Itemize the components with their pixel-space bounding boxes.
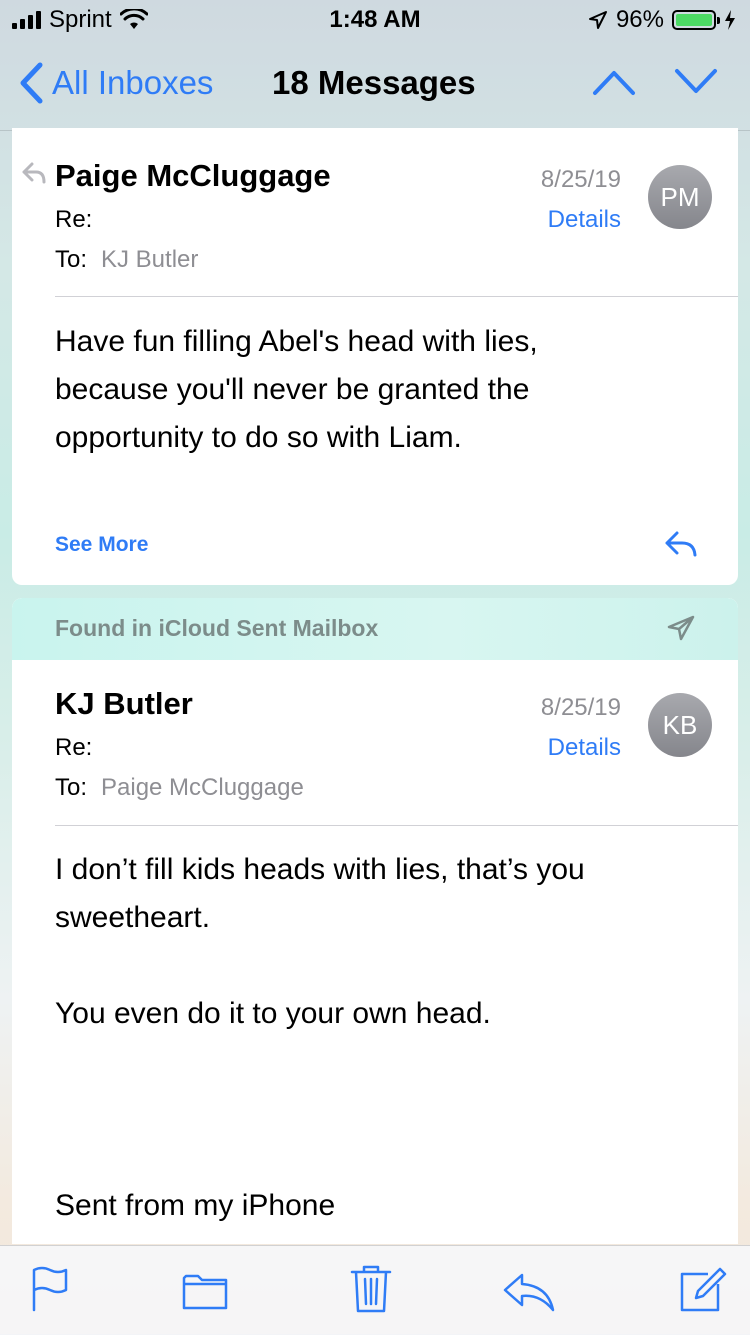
sender-name[interactable]: KJ Butler — [55, 686, 193, 722]
message-card: Paige McCluggage Re: To: KJ Butler 8/25/… — [12, 128, 738, 585]
flag-icon[interactable] — [30, 1266, 70, 1312]
paper-plane-icon — [667, 615, 695, 641]
page-title: 18 Messages — [272, 64, 476, 101]
trash-icon[interactable] — [350, 1264, 392, 1314]
charging-icon — [725, 10, 735, 30]
body-line: because you'll never be granted the — [55, 373, 530, 406]
avatar[interactable]: PM — [648, 165, 712, 229]
divider — [55, 296, 738, 297]
body-line: Have fun filling Abel's head with lies, — [55, 325, 538, 358]
avatar[interactable]: KB — [648, 693, 712, 757]
message-body: I don’t fill kids heads with lies, that’… — [55, 846, 695, 1230]
compose-icon[interactable] — [678, 1264, 728, 1314]
recipient-name[interactable]: KJ Butler — [101, 246, 198, 274]
divider — [55, 825, 738, 826]
replied-icon — [22, 162, 46, 184]
body-line: You even do it to your own head. — [55, 997, 491, 1030]
body-line: sweetheart. — [55, 901, 211, 934]
message-card: Found in iCloud Sent Mailbox KJ Butler R… — [12, 598, 738, 1244]
message-date: 8/25/19 — [540, 166, 621, 193]
bottom-toolbar — [0, 1245, 750, 1335]
details-link[interactable]: Details — [548, 206, 621, 234]
body-line: I don’t fill kids heads with lies, that’… — [55, 853, 585, 886]
previous-message-button[interactable] — [592, 68, 636, 96]
back-button[interactable]: All Inboxes — [18, 62, 213, 104]
subject-label: Re: — [55, 734, 93, 761]
subject-label: Re: — [55, 206, 93, 233]
to-label: To: — [55, 246, 88, 273]
battery-percent: 96% — [615, 6, 664, 33]
details-link[interactable]: Details — [548, 734, 621, 762]
folder-icon[interactable] — [182, 1272, 228, 1310]
recipient-name[interactable]: Paige McCluggage — [101, 774, 304, 802]
message-body: Have fun filling Abel's head with lies, … — [55, 318, 695, 462]
reply-icon[interactable] — [664, 530, 698, 558]
found-in-label: Found in iCloud Sent Mailbox — [55, 615, 379, 641]
body-line: opportunity to do so with Liam. — [55, 421, 462, 454]
status-bar: Sprint 1:48 AM 96% — [0, 0, 750, 40]
next-message-button[interactable] — [674, 68, 718, 96]
to-label: To: — [55, 774, 88, 801]
location-icon — [588, 11, 607, 29]
message-date: 8/25/19 — [540, 694, 621, 721]
navigation-bar: All Inboxes 18 Messages — [0, 40, 750, 131]
back-label: All Inboxes — [52, 64, 214, 101]
status-right: 96% — [588, 6, 736, 34]
found-in-mailbox-banner: Found in iCloud Sent Mailbox — [12, 598, 738, 660]
chevron-left-icon — [20, 62, 43, 104]
sender-name[interactable]: Paige McCluggage — [55, 158, 331, 194]
see-more-link[interactable]: See More — [55, 533, 148, 557]
battery-icon — [672, 10, 720, 30]
body-line: Sent from my iPhone — [55, 1189, 336, 1222]
reply-icon[interactable] — [502, 1272, 556, 1312]
